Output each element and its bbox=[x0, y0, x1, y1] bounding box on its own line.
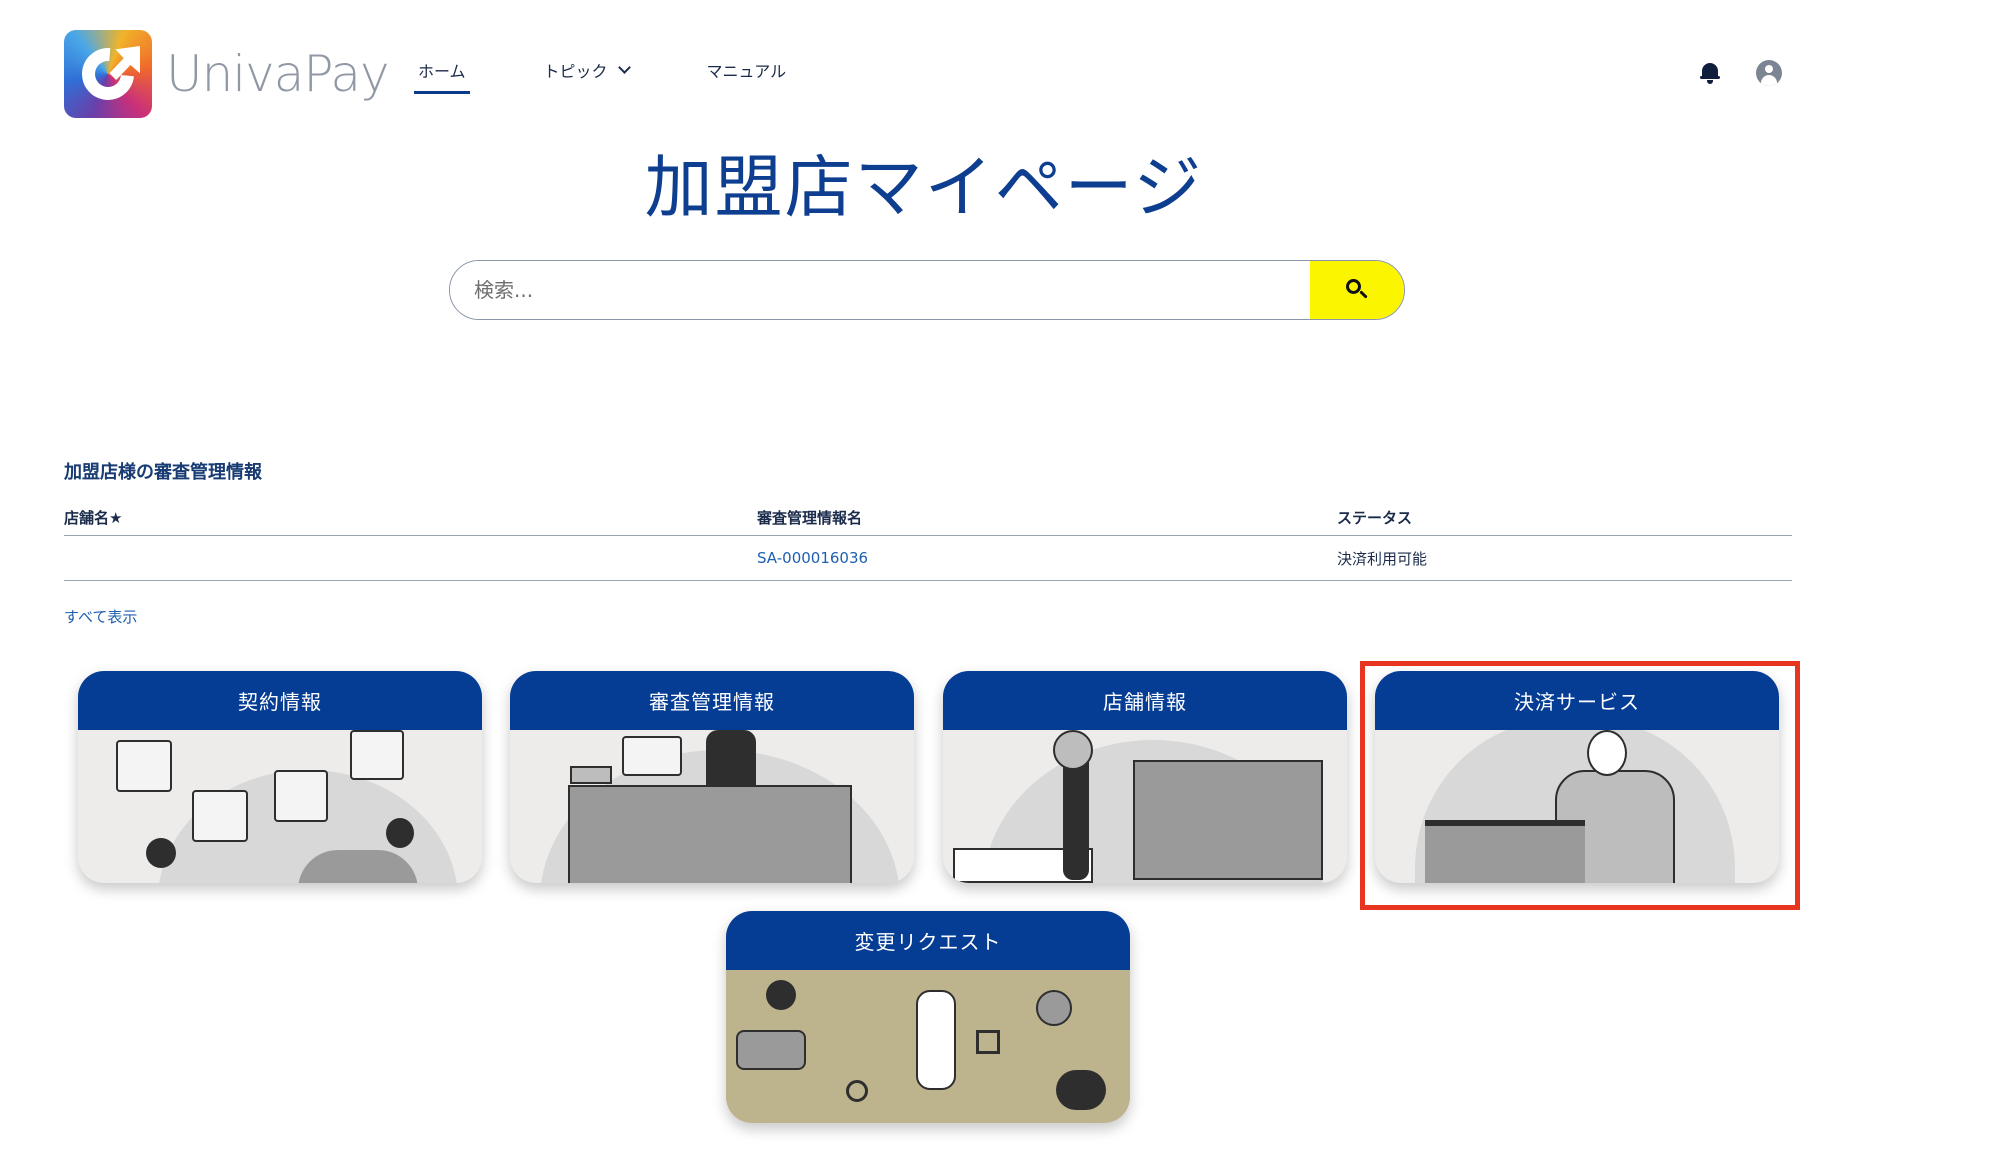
univapay-logo-icon bbox=[64, 30, 152, 118]
card-title: 審査管理情報 bbox=[510, 671, 914, 730]
brand-logo[interactable]: UnivaPay bbox=[64, 30, 390, 118]
view-all-link[interactable]: すべて表示 bbox=[64, 606, 137, 627]
nav-manual-label: マニュアル bbox=[706, 62, 787, 81]
bell-icon[interactable] bbox=[1698, 61, 1722, 85]
search-icon bbox=[1346, 279, 1368, 301]
card-title: 店舗情報 bbox=[943, 671, 1347, 730]
table-header: 店舗名★ 審査管理情報名 ステータス bbox=[64, 500, 1792, 536]
search-input[interactable] bbox=[450, 261, 1310, 319]
nav-manual[interactable]: マニュアル bbox=[707, 58, 787, 92]
column-store-name[interactable]: 店舗名★ bbox=[64, 507, 757, 528]
column-review-name[interactable]: 審査管理情報名 bbox=[757, 507, 1337, 528]
store-illustration bbox=[943, 730, 1347, 883]
nav-home-label: ホーム bbox=[418, 62, 466, 81]
table-row: SA-000016036 決済利用可能 bbox=[64, 536, 1792, 581]
card-review-info[interactable]: 審査管理情報 bbox=[510, 671, 914, 883]
cell-status: 決済利用可能 bbox=[1337, 549, 1428, 568]
review-record-link[interactable]: SA-000016036 bbox=[757, 549, 868, 567]
card-title: 変更リクエスト bbox=[726, 911, 1130, 970]
search-button[interactable] bbox=[1310, 261, 1404, 319]
main-nav: ホーム トピック マニュアル bbox=[414, 58, 864, 94]
page-title: 加盟店マイページ bbox=[644, 149, 1204, 228]
nav-home[interactable]: ホーム bbox=[414, 58, 470, 94]
brand-name: UnivaPay bbox=[166, 45, 390, 103]
card-contract-info[interactable]: 契約情報 bbox=[78, 671, 482, 883]
column-status[interactable]: ステータス bbox=[1337, 507, 1792, 528]
header-actions bbox=[1698, 60, 1782, 86]
nav-topics[interactable]: トピック bbox=[543, 58, 631, 92]
card-title: 契約情報 bbox=[78, 671, 482, 730]
card-change-request[interactable]: 変更リクエスト bbox=[726, 911, 1130, 1123]
search-bar bbox=[449, 260, 1405, 320]
change-request-illustration bbox=[726, 970, 1130, 1123]
card-store-info[interactable]: 店舗情報 bbox=[943, 671, 1347, 883]
review-section-title: 加盟店様の審査管理情報 bbox=[64, 462, 262, 483]
user-avatar-icon[interactable] bbox=[1756, 60, 1782, 86]
contract-illustration bbox=[78, 730, 482, 883]
highlight-box bbox=[1360, 661, 1800, 910]
chevron-down-icon bbox=[617, 61, 631, 74]
review-illustration bbox=[510, 730, 914, 883]
nav-topics-label: トピック bbox=[543, 62, 608, 81]
review-table: 店舗名★ 審査管理情報名 ステータス SA-000016036 決済利用可能 bbox=[64, 500, 1792, 581]
